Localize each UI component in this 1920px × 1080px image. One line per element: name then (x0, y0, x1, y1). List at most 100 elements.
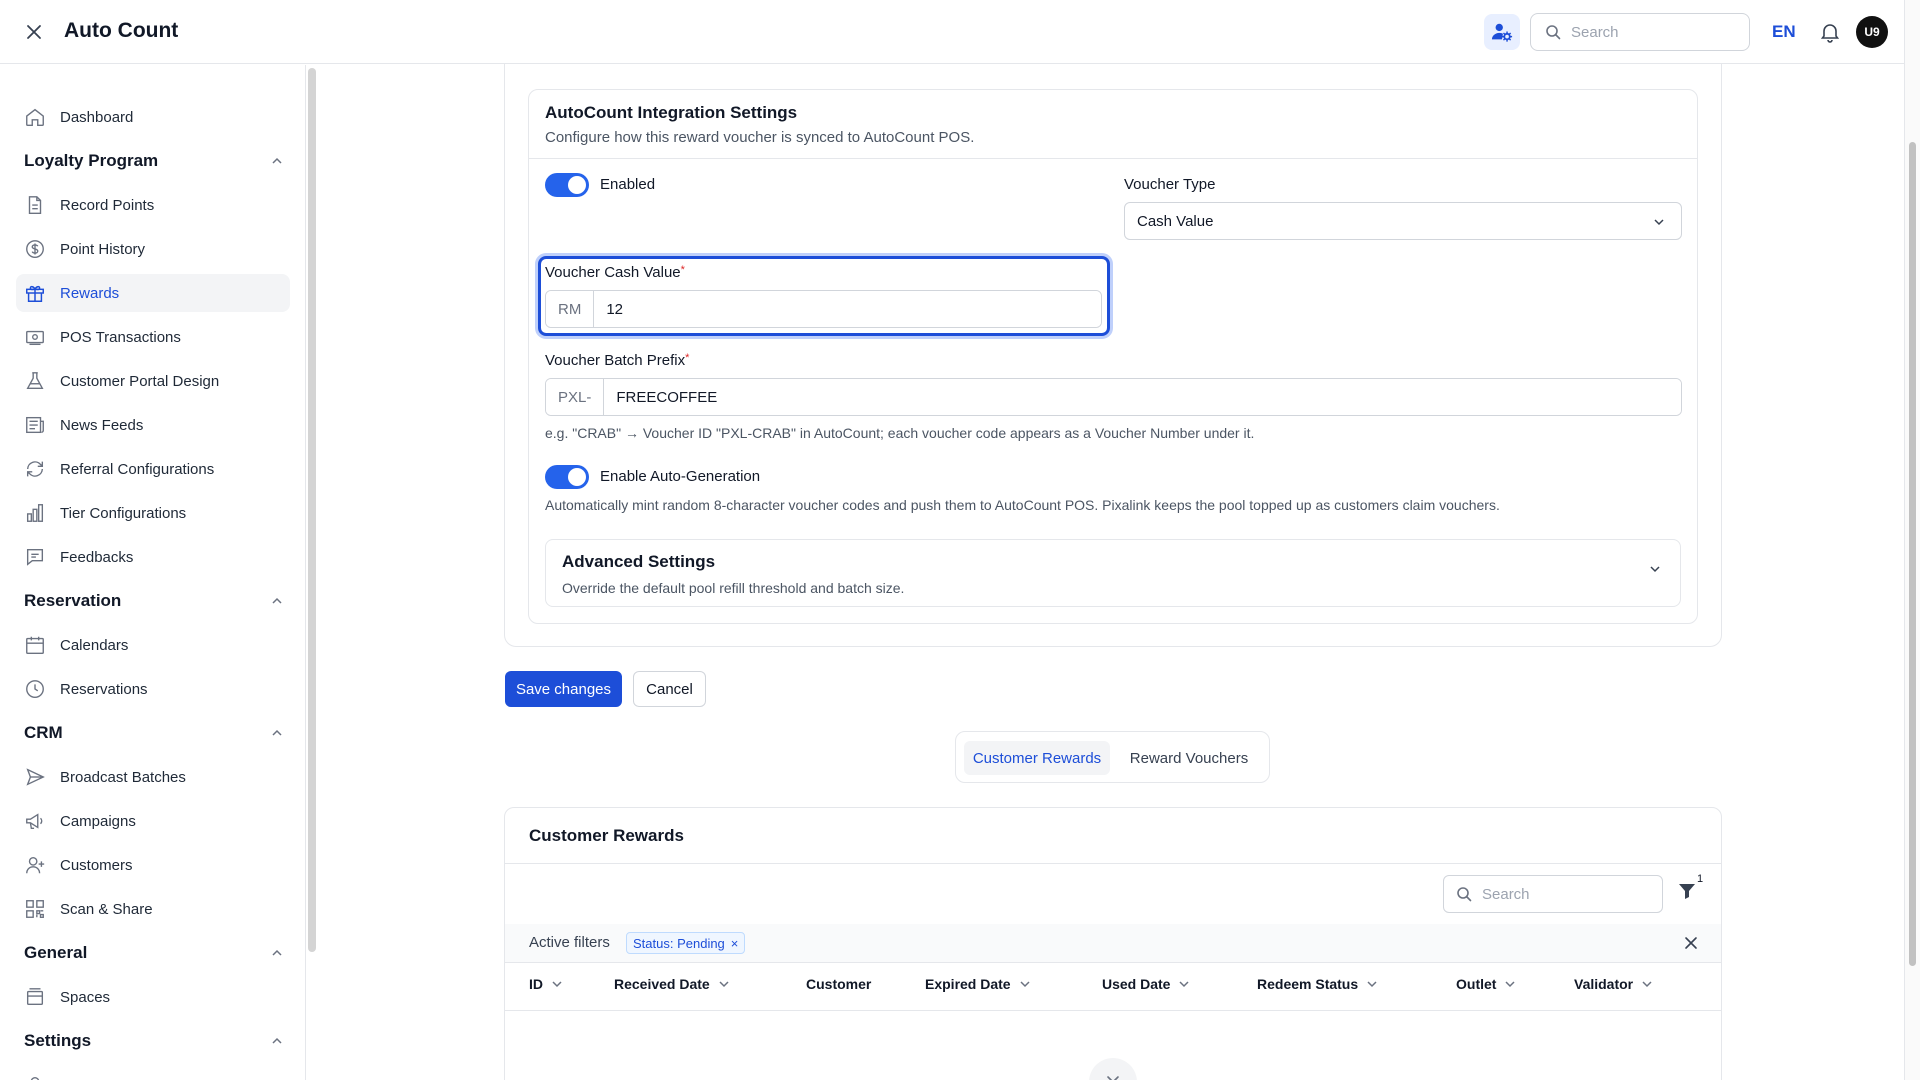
clear-filters-icon[interactable] (1683, 935, 1699, 951)
send-icon (26, 768, 45, 786)
advanced-settings-title: Advanced Settings (562, 552, 716, 571)
sidebar-item-news-feeds[interactable]: News Feeds (16, 406, 290, 444)
auto-generation-toggle[interactable] (545, 465, 589, 489)
sidebar-item-label: Customers (60, 856, 133, 874)
sidebar-item-customers[interactable]: Customers (16, 846, 290, 884)
divider (505, 863, 1721, 864)
column-header-expired-date[interactable]: Expired Date (925, 976, 1031, 992)
chat-icon (26, 548, 44, 566)
active-filters-row: Active filters Status: Pending × (505, 924, 1721, 962)
sidebar-item-user-partial[interactable] (16, 1066, 290, 1080)
sidebar-group-reservation[interactable]: Reservation (24, 587, 284, 615)
sidebar-item-label: Broadcast Batches (60, 768, 186, 786)
chevron-up-icon (272, 729, 282, 736)
chevron-down-icon (1505, 981, 1515, 988)
chevron-down-icon (1179, 981, 1189, 988)
cancel-button[interactable]: Cancel (633, 671, 706, 707)
column-header-received-date[interactable]: Received Date (614, 976, 730, 992)
sidebar-item-reservations[interactable]: Reservations (16, 670, 290, 708)
batch-prefix-input-group: PXL- (545, 378, 1682, 416)
sidebar-item-tier-configurations[interactable]: Tier Configurations (16, 494, 290, 532)
sidebar-item-calendars[interactable]: Calendars (16, 626, 290, 664)
column-header-used-date[interactable]: Used Date (1102, 976, 1190, 992)
document-icon (28, 196, 42, 214)
voucher-type-value: Cash Value (1137, 212, 1214, 230)
filter-chip-remove-icon[interactable]: × (731, 936, 739, 951)
advanced-settings-subtitle: Override the default pool refill thresho… (562, 580, 905, 596)
batch-prefix-input[interactable] (604, 379, 1681, 415)
auto-generation-hint: Automatically mint random 8-character vo… (545, 497, 1500, 513)
sidebar-item-pos-transactions[interactable]: POS Transactions (16, 318, 290, 356)
column-header-label: Received Date (614, 976, 710, 992)
close-icon[interactable] (22, 20, 46, 44)
sidebar-group-label: Settings (24, 1031, 92, 1050)
home-icon (26, 108, 44, 126)
sidebar-group-general[interactable]: General (24, 939, 284, 967)
active-filters-label: Active filters (529, 934, 610, 951)
tab-reward-vouchers[interactable]: Reward Vouchers (1116, 741, 1262, 775)
sidebar-item-label: Spaces (60, 988, 111, 1006)
customer-rewards-table-card: Customer Rewards Search 1 Active filters… (504, 807, 1722, 1080)
tab-customer-rewards[interactable]: Customer Rewards (964, 741, 1110, 775)
empty-state-icon (1089, 1058, 1137, 1080)
sidebar-item-broadcast-batches[interactable]: Broadcast Batches (16, 758, 290, 796)
sidebar-item-label: Rewards (60, 284, 120, 302)
sidebar-item-feedbacks[interactable]: Feedbacks (16, 538, 290, 576)
chevron-up-icon (272, 157, 282, 164)
save-changes-button[interactable]: Save changes (505, 671, 622, 707)
integration-settings-subtitle: Configure how this reward voucher is syn… (545, 129, 975, 146)
search-icon (1546, 25, 1561, 40)
filter-chip-status[interactable]: Status: Pending × (626, 932, 746, 954)
page-scrollbar-thumb[interactable] (1909, 142, 1916, 966)
app-title: Auto Count (64, 19, 179, 42)
sidebar-group-settings[interactable]: Settings (24, 1027, 284, 1055)
search-icon (1457, 887, 1472, 902)
column-header-label: Used Date (1102, 976, 1171, 992)
column-header-id[interactable]: ID (529, 976, 563, 992)
refresh-icon (26, 461, 44, 477)
sidebar-item-spaces[interactable]: Spaces (16, 978, 290, 1016)
table-search-placeholder: Search (1482, 885, 1530, 903)
sidebar-item-record-points[interactable]: Record Points (16, 186, 290, 224)
chevron-down-icon (552, 981, 562, 988)
sidebar-item-label: Scan & Share (60, 900, 153, 918)
sidebar-item-campaigns[interactable]: Campaigns (16, 802, 290, 840)
user-plus-icon (26, 856, 45, 874)
table-search-input[interactable]: Search (1443, 875, 1663, 913)
sidebar-item-scan-share[interactable]: Scan & Share (16, 890, 290, 928)
sidebar-item-label: Tier Configurations (60, 504, 187, 522)
cash-value-label: Voucher Cash Value* (545, 264, 685, 281)
bell-icon[interactable] (1818, 20, 1842, 44)
column-header-validator[interactable]: Validator (1574, 976, 1653, 992)
column-header-label: ID (529, 976, 543, 992)
sidebar-item-referral-configurations[interactable]: Referral Configurations (16, 450, 290, 488)
user-icon (30, 1076, 40, 1080)
column-header-outlet[interactable]: Outlet (1456, 976, 1516, 992)
sidebar-group-label: General (24, 943, 88, 962)
sidebar-scrollbar[interactable] (308, 68, 316, 952)
voucher-type-select[interactable]: Cash Value (1124, 202, 1682, 240)
dollar-circle-icon (26, 240, 44, 258)
sidebar-item-rewards[interactable]: Rewards (16, 274, 290, 312)
avatar[interactable]: U9 (1856, 16, 1888, 48)
advanced-settings-accordion[interactable]: Advanced Settings Override the default p… (545, 539, 1681, 607)
sidebar-group-loyalty[interactable]: Loyalty Program (24, 147, 284, 175)
sidebar-item-dashboard[interactable]: Dashboard (16, 98, 290, 136)
cash-value-input[interactable] (594, 291, 1101, 327)
megaphone-icon (26, 813, 43, 830)
sidebar-item-customer-portal-design[interactable]: Customer Portal Design (16, 362, 290, 400)
filter-chip-label: Status: Pending (633, 935, 725, 951)
enabled-toggle[interactable] (545, 173, 589, 197)
filter-count-badge: 1 (1697, 873, 1704, 885)
sidebar-item-point-history[interactable]: Point History (16, 230, 290, 268)
chevron-down-icon (1020, 981, 1030, 988)
chevron-down-icon (1642, 981, 1652, 988)
language-switcher[interactable]: EN (1772, 22, 1796, 42)
flask-icon (26, 372, 44, 390)
top-search-input[interactable]: Search (1530, 13, 1750, 51)
voucher-type-label: Voucher Type (1124, 176, 1216, 193)
clock-icon (26, 680, 44, 698)
sidebar-group-crm[interactable]: CRM (24, 719, 284, 747)
user-settings-icon[interactable] (1484, 14, 1520, 50)
column-header-redeem-status[interactable]: Redeem Status (1257, 976, 1378, 992)
